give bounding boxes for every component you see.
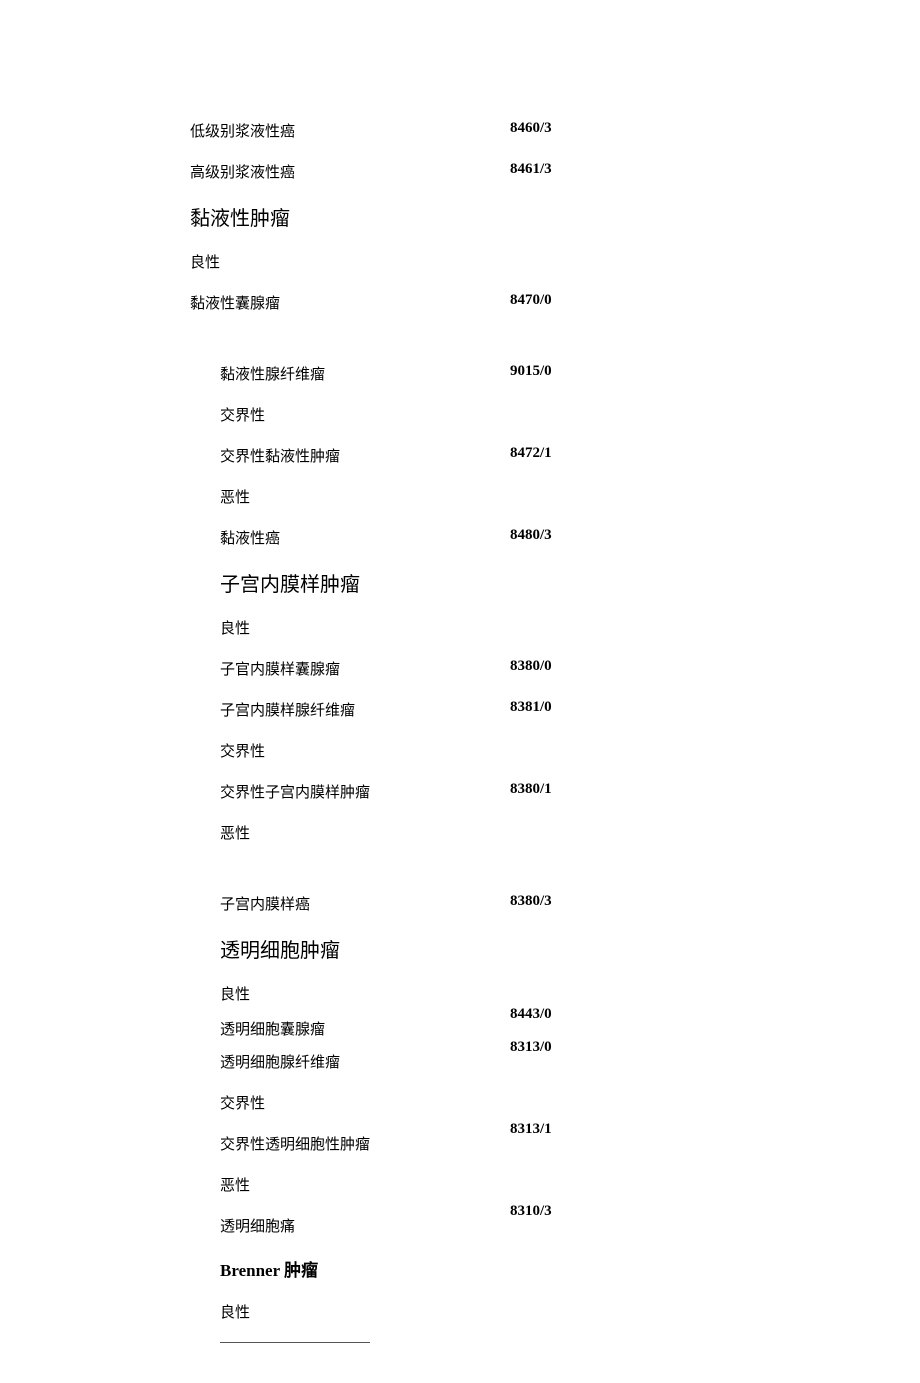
term-label: 透明细胞腺纤维瘤 <box>220 1051 510 1072</box>
term-code: 8470/0 <box>510 292 552 313</box>
list-item: 子宫内膜样癌 8380/3 <box>220 893 730 914</box>
term-label: 子宫内膜样腺纤维瘤 <box>220 699 510 720</box>
sub-heading: 恶性 <box>220 486 730 507</box>
sub-heading: 良性 <box>220 1301 730 1322</box>
term-code: 8461/3 <box>510 161 552 182</box>
term-label: 透明细胞痛 <box>220 1215 510 1236</box>
term-code: 8381/0 <box>510 699 552 720</box>
term-code: 8380/3 <box>510 893 552 914</box>
list-item: 高级别浆液性癌 8461/3 <box>190 161 730 182</box>
horizontal-rule <box>220 1342 370 1343</box>
term-label: 黏液性腺纤维瘤 <box>220 363 510 384</box>
sub-heading: 交界性 <box>220 404 730 425</box>
term-code: 8380/1 <box>510 781 552 802</box>
sub-heading: 交界性 <box>220 740 730 761</box>
term-code: 8310/3 <box>510 1203 552 1224</box>
term-label: 交界性透明细胞性肿瘤 <box>220 1133 510 1154</box>
term-label: 透明细胞囊腺瘤 <box>220 1018 510 1039</box>
section-heading: 黏液性肿瘤 <box>190 202 730 231</box>
list-item: 透明细胞囊腺瘤 8443/0 <box>220 1018 730 1039</box>
list-item: 交界性子宫内膜样肿瘤 8380/1 <box>220 781 730 802</box>
list-item: 子宫内膜样腺纤维瘤 8381/0 <box>220 699 730 720</box>
term-code: 8472/1 <box>510 445 552 466</box>
term-label: 高级别浆液性癌 <box>190 161 510 182</box>
list-item: 子官内膜样囊腺瘤 8380/0 <box>220 658 730 679</box>
term-label: 交界性子宫内膜样肿瘤 <box>220 781 510 802</box>
term-code: 8380/0 <box>510 658 552 679</box>
term-label: 黏液性癌 <box>220 527 510 548</box>
document-page: 低级别浆液性癌 8460/3 高级别浆液性癌 8461/3 黏液性肿瘤 良性 黏… <box>0 0 920 1383</box>
sub-heading: 交界性 <box>220 1092 730 1113</box>
term-label: 低级别浆液性癌 <box>190 120 510 141</box>
sub-heading: 恶性 <box>220 1174 730 1195</box>
term-code: 8443/0 <box>510 1006 552 1027</box>
list-item: 透明细胞腺纤维瘤 8313/0 <box>220 1051 730 1072</box>
term-code: 9015/0 <box>510 363 552 384</box>
section-heading: 透明细胞肿瘤 <box>220 934 730 963</box>
sub-heading: 恶性 <box>220 822 730 843</box>
sub-heading: 良性 <box>190 251 730 272</box>
section-heading: Brenner 肿瘤 <box>220 1256 730 1281</box>
list-item: 交界性黏液性肿瘤 8472/1 <box>220 445 730 466</box>
list-item: 黏液性腺纤维瘤 9015/0 <box>220 363 730 384</box>
list-item: 透明细胞痛 8310/3 <box>220 1215 730 1236</box>
sub-heading: 良性 <box>220 983 730 1004</box>
list-item: 交界性透明细胞性肿瘤 8313/1 <box>220 1133 730 1154</box>
list-item: 低级别浆液性癌 8460/3 <box>190 120 730 141</box>
term-code: 8460/3 <box>510 120 552 141</box>
term-label: 子宫内膜样癌 <box>220 893 510 914</box>
term-code: 8313/1 <box>510 1121 552 1142</box>
term-code: 8480/3 <box>510 527 552 548</box>
sub-heading: 良性 <box>220 617 730 638</box>
term-code: 8313/0 <box>510 1039 552 1060</box>
indent-block: 黏液性腺纤维瘤 9015/0 交界性 交界性黏液性肿瘤 8472/1 恶性 黏液… <box>220 363 730 1343</box>
term-label: 子官内膜样囊腺瘤 <box>220 658 510 679</box>
list-item: 黏液性癌 8480/3 <box>220 527 730 548</box>
term-label: 交界性黏液性肿瘤 <box>220 445 510 466</box>
list-item: 黏液性囊腺瘤 8470/0 <box>190 292 730 313</box>
section-heading: 子宫内膜样肿瘤 <box>220 568 730 597</box>
term-label: 黏液性囊腺瘤 <box>190 292 510 313</box>
